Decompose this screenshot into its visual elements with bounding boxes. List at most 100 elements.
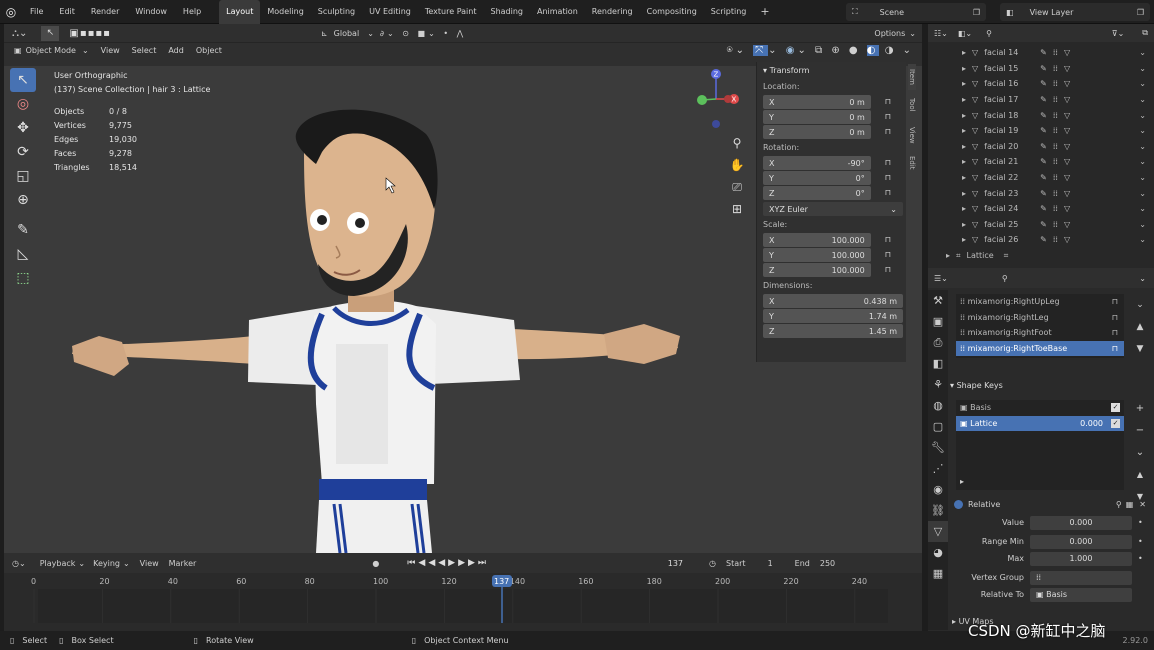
menu-select[interactable]: Select (132, 46, 157, 55)
chevron-down-icon[interactable]: ⌄ (1139, 64, 1146, 73)
select-box-tool-icon[interactable]: ↖ (10, 68, 36, 92)
add-icon[interactable]: + (1132, 398, 1148, 420)
lock-icon[interactable]: ⊓ (1112, 297, 1118, 306)
rotation-z-field[interactable]: Z 0° (763, 186, 871, 200)
expand-arrow-icon[interactable]: ▸ (962, 142, 966, 151)
blender-logo-icon[interactable]: ◎ (0, 5, 22, 19)
lock-icon[interactable]: ⊓ (1112, 313, 1118, 322)
data-props-icon[interactable]: ▽ (928, 521, 948, 542)
outliner-row[interactable]: ▸ ▽ facial 24 ✎ ⁞⁞ ▽ ⌄ (928, 201, 1154, 217)
outliner-row[interactable]: ▸ ▽ facial 26 ✎ ⁞⁞ ▽ ⌄ (928, 232, 1154, 248)
chevron-down-icon[interactable]: ⌄ (1132, 442, 1148, 464)
menu-edit[interactable]: Edit (51, 0, 83, 24)
scene-selector[interactable]: ⛶ Scene ❐ (846, 3, 986, 21)
add-cube-tool-icon[interactable]: ⬚ (10, 266, 36, 290)
menu-object[interactable]: Object (196, 46, 222, 55)
rotation-mode-dropdown[interactable]: XYZ Euler ⌄ (763, 202, 903, 216)
keyframe-dot-icon[interactable]: • (1138, 554, 1143, 563)
tab-sculpting[interactable]: Sculpting (311, 0, 362, 24)
move-down-icon[interactable]: ▼ (1132, 338, 1148, 360)
properties-editor[interactable]: ☰⌄ ⚲ ⌄ ⚒ ▣ ⎙ ◧ ⚘ ◍ ▢ 🔧︎ ⋰ ◉ ⛓ ▽ ◕ ▦ ⁞⁞ m… (928, 268, 1154, 631)
lock-icon[interactable]: ⊓ (885, 250, 891, 259)
view-layer-selector[interactable]: ◧ View Layer ❐ (1000, 3, 1150, 21)
copy-view-layer-icon[interactable]: ❐ (1137, 8, 1144, 17)
cursor-tool-icon[interactable]: ◎ (10, 92, 36, 116)
scene-props-icon[interactable]: ⚘ (928, 374, 948, 395)
shading-icons[interactable]: ⍟⌄ ⤧ ⌄ ◉⌄ ⧉ ⊕ ● ◐ ◑ ⌄ (727, 45, 914, 56)
menu-window[interactable]: Window (127, 0, 175, 24)
physics-props-icon[interactable]: ◉ (928, 479, 948, 500)
tab-compositing[interactable]: Compositing (640, 0, 704, 24)
chevron-down-icon[interactable]: ⌄ (1139, 189, 1146, 198)
close-icon[interactable]: ✕ (1139, 500, 1146, 509)
expand-arrow-icon[interactable]: ▸ (962, 79, 966, 88)
view-layer-props-icon[interactable]: ◧ (928, 353, 948, 374)
outliner-row[interactable]: ▸ ▽ facial 19 ✎ ⁞⁞ ▽ ⌄ (928, 123, 1154, 139)
chevron-down-icon[interactable]: ⌄ (1139, 274, 1146, 283)
outliner-row[interactable]: ▸ ▽ facial 22 ✎ ⁞⁞ ▽ ⌄ (928, 170, 1154, 186)
lock-icon[interactable]: ⊓ (885, 235, 891, 244)
menu-file[interactable]: File (22, 0, 51, 24)
record-icon[interactable]: ● (372, 559, 379, 568)
chevron-down-icon[interactable]: ⌄ (1139, 95, 1146, 104)
menu-help[interactable]: Help (175, 0, 209, 24)
material-props-icon[interactable]: ◕ (928, 542, 948, 563)
tab-item[interactable]: Item (908, 64, 916, 90)
new-collection-icon[interactable]: ⧉ (1142, 28, 1148, 38)
tab-layout[interactable]: Layout (219, 0, 261, 24)
chevron-down-icon[interactable]: ⌄ (1139, 126, 1146, 135)
menu-add[interactable]: Add (168, 46, 184, 55)
transform-panel-header[interactable]: ▾ Transform (757, 62, 906, 78)
lock-icon[interactable]: ⊓ (885, 97, 891, 106)
expand-arrow-icon[interactable]: ▸ (962, 173, 966, 182)
snap-icons[interactable]: ∂⌄ ⊙ ■⌄ • ⋀ (380, 29, 466, 38)
annotate-tool-icon[interactable]: ✎ (10, 218, 36, 242)
relative-to-field[interactable]: ▣ Basis (1030, 587, 1132, 602)
editor-type-icon[interactable]: ⛬⌄ (12, 28, 27, 39)
orientation-dropdown[interactable]: Global (334, 29, 360, 38)
tab-tool[interactable]: Tool (908, 90, 916, 120)
outliner-row-lattice[interactable]: ▸ ⌗ Lattice ⌗ (928, 248, 1154, 264)
checkbox-checked-icon[interactable]: ✓ (1111, 418, 1120, 428)
hand-pan-icon[interactable]: ✋ (729, 154, 745, 176)
rotation-x-field[interactable]: X -90° (763, 156, 871, 170)
relative-toggle[interactable] (954, 499, 963, 509)
tab-edit[interactable]: Edit (908, 150, 916, 176)
filter-icon[interactable]: ⊽⌄ (1112, 29, 1125, 38)
shape-key-lattice[interactable]: ▣ Lattice 0.000 ✓ (956, 415, 1124, 432)
outliner-row[interactable]: ▸ ▽ facial 20 ✎ ⁞⁞ ▽ ⌄ (928, 139, 1154, 155)
object-props-icon[interactable]: ▢ (928, 416, 948, 437)
zoom-icon[interactable]: ⚲ (729, 132, 745, 154)
shape-key-basis[interactable]: ▣ Basis ✓ (956, 400, 1124, 416)
select-mode-icons[interactable]: ▣▪▪▪▪ (69, 28, 111, 39)
outliner-row[interactable]: ▸ ▽ facial 23 ✎ ⁞⁞ ▽ ⌄ (928, 185, 1154, 201)
gizmo-y[interactable] (697, 95, 707, 105)
lock-icon[interactable]: ⊓ (1112, 328, 1118, 337)
list-item[interactable]: ⁞⁞ mixamorig:RightUpLeg ⊓ (956, 294, 1124, 310)
expand-arrow-icon[interactable]: ▸ (962, 111, 966, 120)
chevron-down-icon[interactable]: ⌄ (1139, 204, 1146, 213)
dimensions-y-field[interactable]: Y 1.74 m (763, 309, 903, 323)
end-frame-field[interactable]: 250 (820, 559, 835, 568)
expand-arrow-icon[interactable]: ▸ (962, 157, 966, 166)
menu-render[interactable]: Render (83, 0, 127, 24)
lock-icon[interactable]: ⊓ (885, 158, 891, 167)
properties-editor-icon[interactable]: ☰⌄ (934, 274, 948, 283)
expand-arrow-icon[interactable]: ▸ (962, 48, 966, 57)
dimensions-z-field[interactable]: Z 1.45 m (763, 324, 903, 338)
move-tool-icon[interactable]: ✥ (10, 116, 36, 140)
expand-arrow-icon[interactable]: ▸ (962, 64, 966, 73)
menu-view[interactable]: View (140, 559, 159, 568)
tab-uv-editing[interactable]: UV Editing (362, 0, 418, 24)
dimensions-x-field[interactable]: X 0.438 m (763, 294, 903, 308)
rotation-y-field[interactable]: Y 0° (763, 171, 871, 185)
tool-props-icon[interactable]: ⚒ (928, 290, 948, 311)
timeline-ruler[interactable]: 0 20 40 60 80 100 120 140 160 180 200 220 240 137 (4, 573, 922, 631)
location-x-field[interactable]: X0 m (763, 95, 871, 109)
tab-rendering[interactable]: Rendering (585, 0, 640, 24)
move-up-icon[interactable]: ▲ (1132, 316, 1148, 338)
expand-arrow-icon[interactable]: ▸ (962, 235, 966, 244)
current-frame-field[interactable]: 137 (649, 556, 689, 570)
rotate-tool-icon[interactable]: ⟳ (10, 140, 36, 164)
render-props-icon[interactable]: ▣ (928, 311, 948, 332)
